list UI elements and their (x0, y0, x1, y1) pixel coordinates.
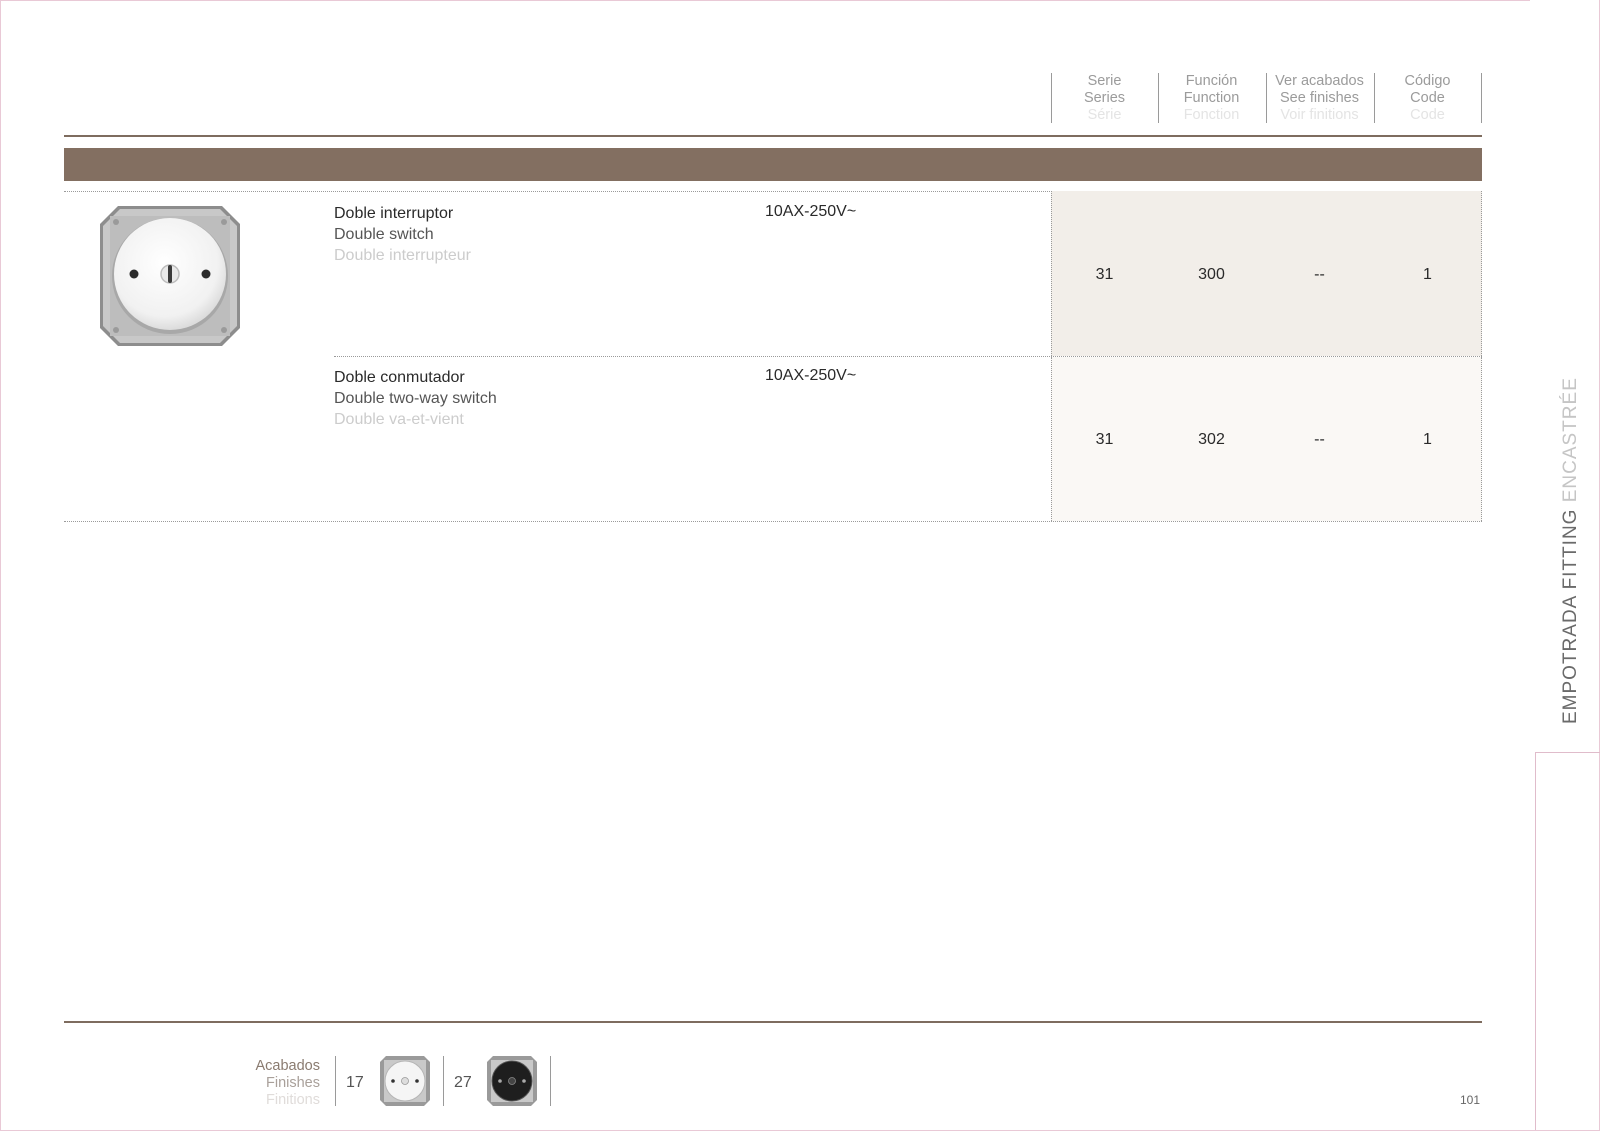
product-spec: 10AX-250V~ (765, 203, 857, 220)
section-band (64, 148, 1482, 181)
finish-white-thumbnail (380, 1056, 430, 1106)
finishes-separator (550, 1056, 551, 1106)
page-border-top (0, 0, 1530, 1)
page-number: 101 (1460, 1093, 1481, 1107)
header-label-es: Ver acabados (1275, 73, 1364, 89)
header-label-en: Code (1410, 90, 1445, 106)
product-name-fr: Double interrupteur (334, 247, 471, 264)
finishes-separator (443, 1056, 444, 1106)
value-codigo: 1 (1423, 431, 1432, 448)
header-col-acabados: Ver acabados See finishes Voir finitions (1266, 73, 1373, 125)
product-name-es: Doble conmutador (334, 369, 465, 386)
product-name-en: Double two-way switch (334, 390, 497, 407)
header-label-es: Código (1404, 73, 1451, 89)
finish-black-thumbnail (487, 1056, 537, 1106)
header-label-en: See finishes (1280, 90, 1359, 106)
product-description: Doble conmutador Double two-way switch D… (334, 367, 497, 430)
value-acabados: -- (1314, 431, 1325, 448)
side-section-title: EMPOTRADA FITTING ENCASTRÉE (1560, 377, 1582, 724)
header-label-fr: Code (1410, 107, 1445, 123)
side-tab-outline (1535, 752, 1600, 1130)
finish-code: 17 (346, 1074, 364, 1091)
page-border-left (0, 0, 1, 1131)
value-codigo: 1 (1423, 266, 1432, 283)
product-name-fr: Double va-et-vient (334, 411, 464, 428)
header-label-fr: Voir finitions (1280, 107, 1359, 123)
finish-code: 27 (454, 1074, 472, 1091)
value-funcion: 302 (1198, 431, 1225, 448)
header-label-es: Función (1185, 73, 1238, 89)
side-title-light: ENCASTRÉE (1560, 377, 1581, 503)
finishes-separator (335, 1056, 336, 1106)
value-funcion: 300 (1198, 266, 1225, 283)
finishes-label-en: Finishes (266, 1075, 320, 1091)
header-col-serie: Serie Series Série (1051, 73, 1158, 125)
header-label-fr: Fonction (1183, 107, 1240, 123)
product-name-en: Double switch (334, 226, 434, 243)
switch-product-image (100, 206, 240, 346)
row-divider (64, 521, 1482, 522)
side-title-dark: EMPOTRADA FITTING (1560, 508, 1581, 724)
product-description: Doble interruptor Double switch Double i… (334, 203, 471, 266)
header-label-en: Series (1083, 90, 1126, 106)
finishes-label-es: Acabados (255, 1058, 321, 1074)
header-rule (64, 135, 1482, 137)
header-label-fr: Série (1087, 107, 1122, 123)
header-label-en: Function (1183, 90, 1240, 106)
product-spec: 10AX-250V~ (765, 367, 857, 384)
value-serie: 31 (1095, 266, 1114, 283)
finishes-label-fr: Finitions (266, 1092, 320, 1108)
header-col-funcion: Función Function Fonction (1158, 73, 1265, 125)
header-label-es: Serie (1087, 73, 1122, 89)
header-separator (1481, 73, 1482, 123)
value-acabados: -- (1314, 266, 1325, 283)
value-serie: 31 (1095, 431, 1114, 448)
product-name-es: Doble interruptor (334, 205, 454, 222)
header-col-codigo: Código Code Code (1374, 73, 1481, 125)
footer-rule (64, 1021, 1482, 1023)
finishes-label: Acabados Finishes Finitions (220, 1058, 321, 1109)
